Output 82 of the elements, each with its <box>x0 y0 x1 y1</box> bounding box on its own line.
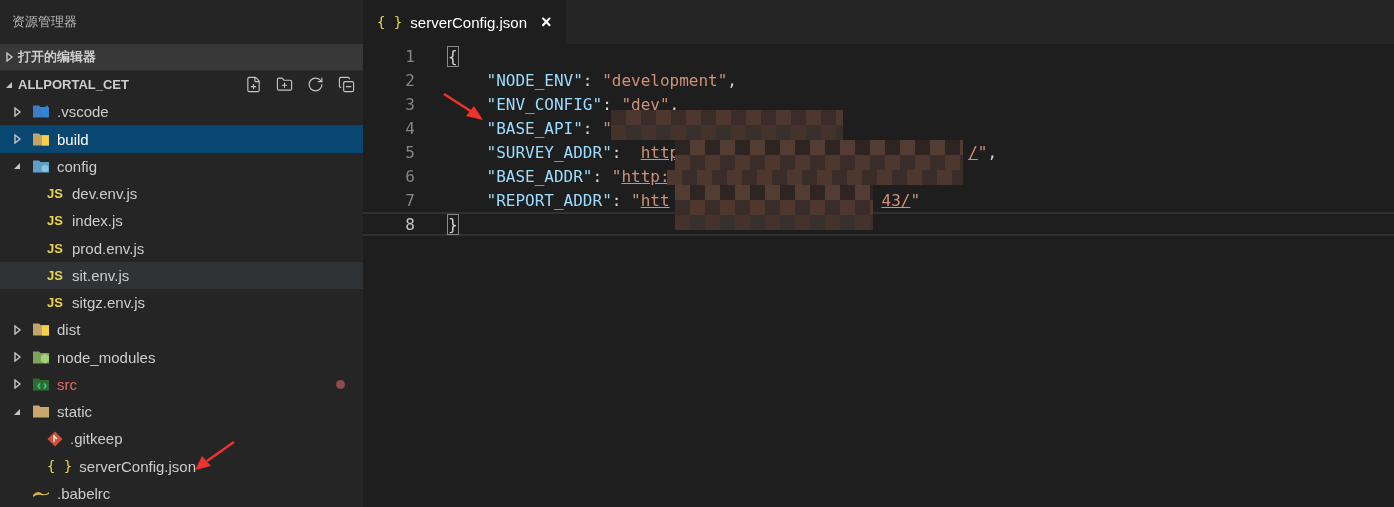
js-file-icon: JS <box>47 267 65 283</box>
tree-item[interactable]: JS prod.env.js <box>0 234 363 262</box>
folder-icon <box>32 105 50 119</box>
sidebar-title: 资源管理器 <box>12 12 77 31</box>
tree-item[interactable]: JS sit.env.js <box>0 261 363 289</box>
new-file-icon[interactable] <box>245 76 262 94</box>
tree-item-label: index.js <box>72 212 123 230</box>
collapsed-caret-icon[interactable] <box>12 352 22 362</box>
tree-item-label: sitgz.env.js <box>72 294 146 311</box>
tree-item[interactable]: .vscode <box>0 98 363 126</box>
tree-item-label: build <box>57 130 89 148</box>
code-line: "NODE_ENV": "development", <box>486 70 737 90</box>
folder-icon <box>32 350 50 364</box>
annotation-arrow <box>442 92 484 122</box>
line-number: 7 <box>404 190 415 210</box>
tree-item[interactable]: JS dev.env.js <box>0 179 363 208</box>
js-file-icon: JS <box>47 240 65 256</box>
new-folder-icon[interactable] <box>276 76 293 94</box>
tree-item-label: .vscode <box>57 103 109 121</box>
tree-item-label: dev.env.js <box>72 185 138 202</box>
tree-item-label: dist <box>57 321 81 339</box>
folder-icon <box>32 323 50 337</box>
tree-item[interactable]: src <box>0 370 363 398</box>
js-file-icon: JS <box>47 186 65 201</box>
tree-item-label: serverConfig.json <box>79 457 196 475</box>
section-title: ALLPORTAL_CET <box>18 77 129 93</box>
tree-item-label: prod.env.js <box>72 239 145 257</box>
tree-item[interactable]: JS sitgz.env.js <box>0 288 363 317</box>
collapsed-caret-icon[interactable] <box>12 379 22 390</box>
tree-item-label: node_modules <box>57 348 156 366</box>
babel-file-icon <box>32 489 50 498</box>
code-line: } <box>448 214 458 234</box>
line-number: 8 <box>404 214 415 234</box>
git-file-icon <box>47 430 63 447</box>
annotation-arrow <box>194 440 236 472</box>
code-line: "BASE_ADDR": "http: <box>486 166 670 186</box>
expanded-caret-icon[interactable] <box>12 161 22 172</box>
close-button[interactable]: × <box>535 11 552 33</box>
editor-tab[interactable]: { } serverConfig.json × <box>363 0 566 44</box>
tree-item-label: src <box>57 375 77 393</box>
refresh-icon[interactable] <box>307 76 324 94</box>
tree-item[interactable]: node_modules <box>0 343 363 371</box>
js-file-icon: JS <box>47 295 65 310</box>
tree-item[interactable]: .gitkeep <box>0 425 363 453</box>
line-number: 4 <box>404 118 415 138</box>
collapse-all-icon[interactable] <box>338 76 355 94</box>
tree-item[interactable]: JS index.js <box>0 207 363 235</box>
line-number: 3 <box>404 94 415 114</box>
tab-label: serverConfig.json <box>410 13 527 31</box>
tree-item-label: .gitkeep <box>70 430 123 448</box>
tree-item[interactable]: static <box>0 397 363 426</box>
section-header[interactable]: 打开的编辑器 <box>0 43 363 72</box>
line-number: 6 <box>404 166 415 186</box>
collapsed-caret-icon[interactable] <box>12 134 22 144</box>
collapsed-caret-icon[interactable] <box>4 52 14 62</box>
tree-item-label: config <box>57 157 98 175</box>
line-number: 1 <box>404 46 415 66</box>
collapsed-caret-icon[interactable] <box>12 106 22 117</box>
folder-icon <box>32 132 50 146</box>
code-line: "BASE_API": " <box>486 118 612 138</box>
json-file-icon: { } <box>47 458 73 474</box>
code-line: "REPORT_ADDR": "htt 43/" <box>486 190 921 210</box>
collapsed-caret-icon[interactable] <box>12 324 22 335</box>
line-number: 5 <box>404 142 415 162</box>
tree-item[interactable]: dist <box>0 316 363 344</box>
js-file-icon: JS <box>47 213 65 229</box>
tree-item[interactable]: build <box>0 125 363 153</box>
folder-icon <box>32 159 50 173</box>
tree-item[interactable]: .babelrc <box>0 479 363 507</box>
section-title: 打开的编辑器 <box>18 48 96 66</box>
tree-item-label: static <box>57 403 92 420</box>
tree-item[interactable]: config <box>0 152 363 180</box>
folder-icon <box>32 405 50 418</box>
code-line: { <box>448 46 458 66</box>
section-header[interactable]: ALLPORTAL_CET <box>0 71 363 99</box>
folder-icon <box>32 377 50 391</box>
line-number: 2 <box>404 70 415 90</box>
tree-item-label: sit.env.js <box>72 266 130 284</box>
tree-item-label: .babelrc <box>57 484 111 502</box>
tree-item[interactable]: { } serverConfig.json <box>0 452 363 480</box>
modified-dot <box>336 379 345 389</box>
json-file-icon: { } <box>377 14 403 30</box>
